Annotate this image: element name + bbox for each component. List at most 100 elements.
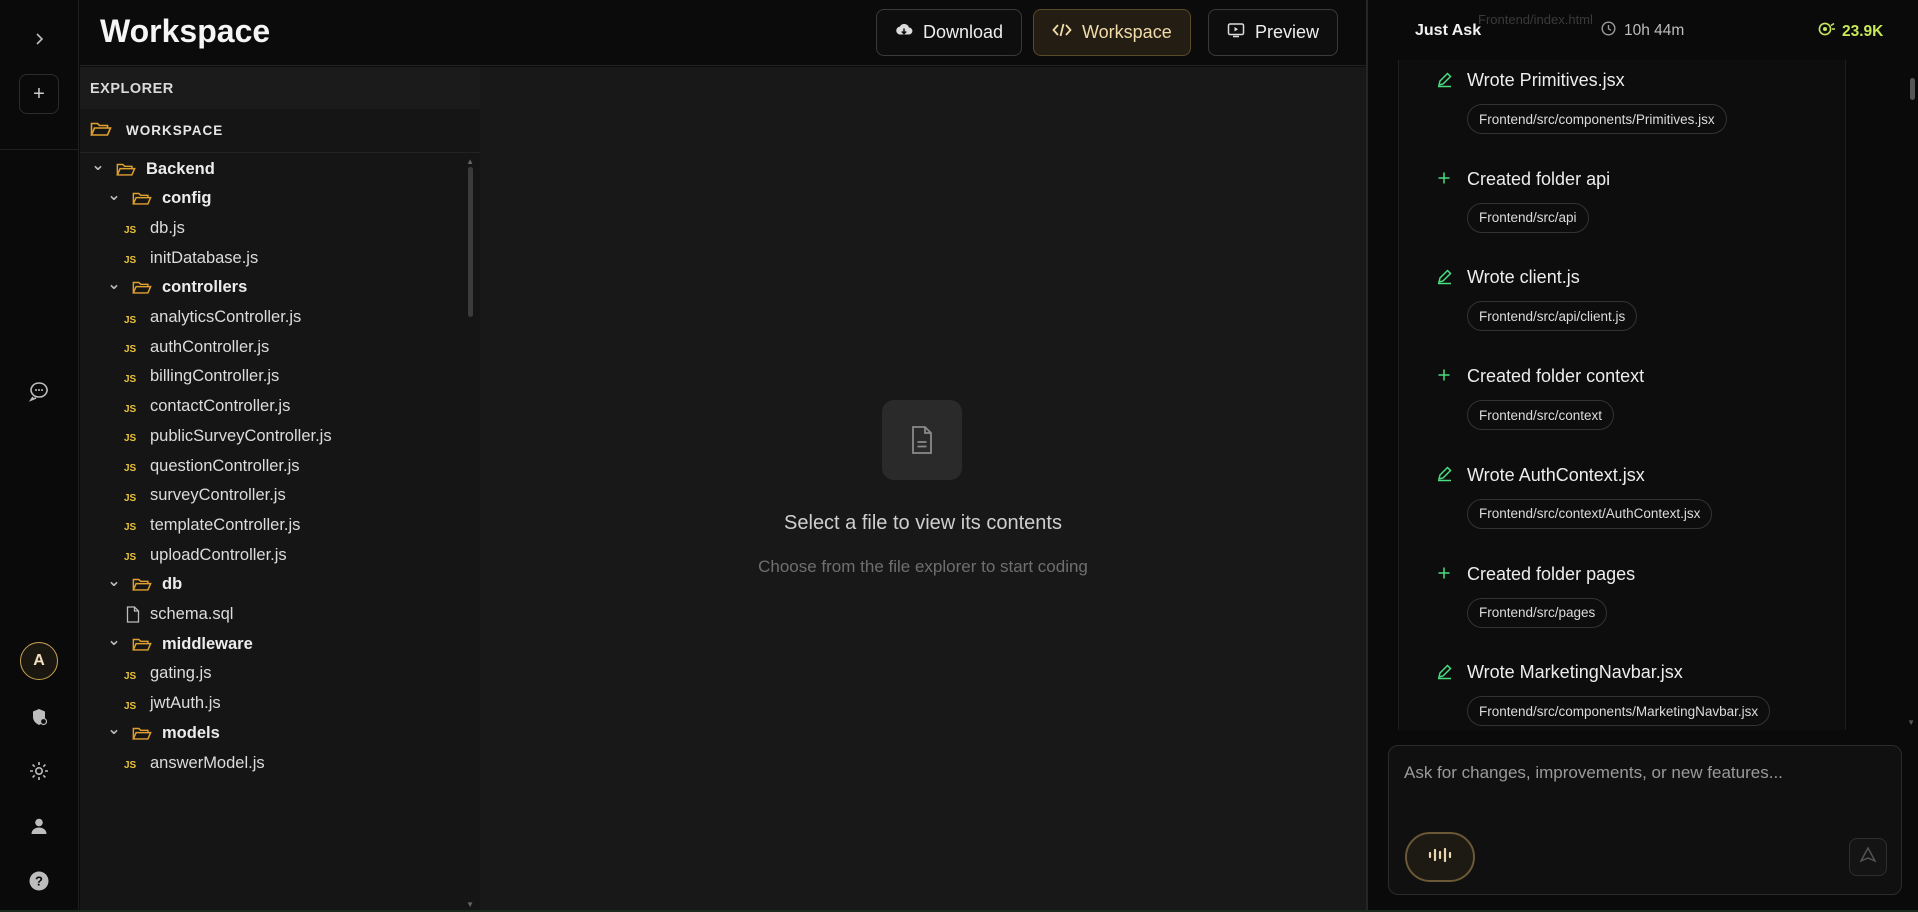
activity-step-label: Wrote client.js	[1467, 267, 1580, 288]
avatar[interactable]: A	[20, 642, 58, 680]
activity-step-label: Created folder api	[1467, 168, 1611, 189]
tree-item-label: config	[162, 189, 212, 208]
chevron-down-icon[interactable]: ⌄	[106, 719, 122, 739]
js-file-icon: JS	[124, 552, 137, 564]
user-icon[interactable]	[19, 806, 59, 846]
tree-folder[interactable]: ⌄ Backend	[90, 154, 214, 184]
tree-folder[interactable]: ⌄ models	[106, 718, 219, 748]
tree-file[interactable]: JS answerModel.js	[124, 748, 265, 778]
svg-text:?: ?	[35, 874, 43, 889]
voice-button[interactable]	[1405, 832, 1475, 882]
shield-icon[interactable]	[19, 697, 59, 737]
new-project-button[interactable]: +	[19, 74, 59, 114]
tree-item-label: jwtAuth.js	[150, 694, 221, 713]
tree-folder[interactable]: ⌄ middleware	[106, 629, 253, 659]
tree-file[interactable]: JS uploadController.js	[124, 540, 287, 570]
token-value: 23.9K	[1842, 22, 1884, 40]
tree-folder[interactable]: ⌄ config	[106, 184, 212, 214]
tree-item-label: answerModel.js	[150, 753, 265, 772]
tree-file[interactable]: schema.sql	[124, 600, 233, 630]
folder-open-icon	[116, 162, 136, 177]
tree-item-label: billingController.js	[150, 367, 280, 386]
mode-label: Just Ask	[1415, 22, 1482, 39]
tree-file[interactable]: JS publicSurveyController.js	[124, 421, 332, 451]
tree-file[interactable]: JS surveyController.js	[124, 481, 286, 511]
plus-icon	[1435, 366, 1453, 384]
tree-item-label: db	[162, 575, 183, 594]
chat-scroll-down-arrow[interactable]: ▼	[1907, 718, 1915, 727]
scroll-down-arrow[interactable]: ▼	[466, 900, 474, 909]
audio-waveform-icon	[1427, 846, 1453, 869]
chat-icon[interactable]	[19, 371, 59, 411]
timer-value: 10h 44m	[1624, 22, 1685, 39]
explorer-scrollbar[interactable]	[468, 167, 473, 317]
editor-area: Select a file to view its contents Choos…	[480, 67, 1366, 912]
tree-file[interactable]: JS templateController.js	[124, 510, 300, 540]
chevron-down-icon[interactable]: ⌄	[106, 630, 122, 650]
chevron-down-icon[interactable]: ⌄	[106, 185, 122, 205]
folder-open-icon	[132, 191, 152, 206]
path-chip[interactable]: Frontend/src/pages	[1467, 597, 1608, 628]
prompt-input[interactable]: Ask for changes, improvements, or new fe…	[1388, 745, 1902, 895]
download-button[interactable]: Download	[876, 9, 1023, 56]
tree-file[interactable]: JS jwtAuth.js	[124, 689, 221, 719]
workspace-root[interactable]: WORKSPACE	[80, 109, 480, 153]
chevron-right-icon[interactable]	[19, 19, 59, 59]
js-file-icon: JS	[124, 373, 137, 385]
tree-item-label: templateController.js	[150, 515, 301, 534]
chevron-down-icon[interactable]: ⌄	[106, 571, 122, 591]
tree-folder[interactable]: ⌄ db	[106, 570, 182, 600]
path-chip[interactable]: Frontend/src/context	[1467, 400, 1615, 431]
token-counter: 23.9K	[1818, 21, 1883, 42]
page-title: Workspace	[100, 13, 271, 49]
tree-file[interactable]: JS billingController.js	[124, 362, 279, 392]
plus-icon	[1435, 564, 1453, 582]
chevron-down-icon[interactable]: ⌄	[106, 274, 122, 294]
path-chip[interactable]: Frontend/src/components/MarketingNavbar.…	[1467, 696, 1771, 727]
file-explorer: EXPLORER WORKSPACE ⌄ Backend ⌄ config JS db.j…	[80, 67, 480, 912]
tree-item-label: schema.sql	[150, 605, 234, 623]
activity-step: Created folder context Frontend/src/conte…	[1399, 356, 1845, 455]
tree-item-label: initDatabase.js	[150, 248, 259, 267]
workspace-button[interactable]: Workspace	[1033, 9, 1191, 56]
tree-file[interactable]: JS analyticsController.js	[124, 303, 301, 333]
tree-item-label: questionController.js	[150, 456, 300, 475]
tree-file[interactable]: JS questionController.js	[124, 451, 300, 481]
tree-item-label: analyticsController.js	[150, 308, 302, 326]
tree-item-label: publicSurveyController.js	[150, 426, 332, 445]
js-file-icon: JS	[124, 314, 137, 326]
tree-item-label: uploadController.js	[150, 545, 287, 564]
js-file-icon: JS	[124, 255, 137, 267]
pencil-icon	[1435, 465, 1453, 483]
path-chip[interactable]: Frontend/src/context/AuthContext.jsx	[1467, 498, 1713, 529]
send-button[interactable]	[1849, 838, 1887, 876]
scroll-up-arrow[interactable]: ▲	[466, 157, 474, 166]
chevron-down-icon[interactable]: ⌄	[90, 155, 106, 175]
session-timer: 10h 44m	[1601, 21, 1684, 41]
preview-button[interactable]: Preview	[1208, 9, 1339, 56]
help-icon[interactable]: ?	[19, 861, 59, 901]
activity-step: Created folder pages Frontend/src/pages	[1399, 554, 1845, 653]
file-tree: ⌄ Backend ⌄ config JS db.js JS initDatabase.js ⌄…	[80, 154, 480, 912]
path-chip[interactable]: Frontend/src/api	[1467, 202, 1589, 233]
chat-scrollbar[interactable]	[1910, 78, 1915, 100]
folder-open-icon	[132, 637, 152, 652]
tree-folder[interactable]: ⌄ controllers	[106, 273, 247, 303]
path-chip[interactable]: Frontend/src/api/client.js	[1467, 301, 1638, 332]
workspace-root-label: WORKSPACE	[126, 123, 224, 138]
tree-item-label: middleware	[162, 634, 253, 653]
chat-panel: Frontend/index.html Just Ask 10h 44m 23.…	[1368, 0, 1918, 912]
tree-file[interactable]: JS authController.js	[124, 332, 269, 362]
tree-file[interactable]: JS db.js	[124, 213, 185, 243]
gear-icon[interactable]	[19, 751, 59, 791]
tree-item-label: db.js	[150, 218, 185, 237]
js-file-icon: JS	[124, 403, 137, 415]
path-chip[interactable]: Frontend/src/components/Primitives.jsx	[1467, 104, 1727, 134]
tree-file[interactable]: JS gating.js	[124, 659, 211, 689]
tree-file[interactable]: JS initDatabase.js	[124, 243, 258, 273]
activity-step-label: Wrote MarketingNavbar.jsx	[1467, 662, 1683, 683]
activity-step-label: Wrote AuthContext.jsx	[1467, 464, 1645, 485]
pencil-icon	[1435, 662, 1453, 680]
tree-file[interactable]: JS contactController.js	[124, 392, 290, 422]
activity-step-label: Wrote Primitives.jsx	[1467, 70, 1625, 90]
